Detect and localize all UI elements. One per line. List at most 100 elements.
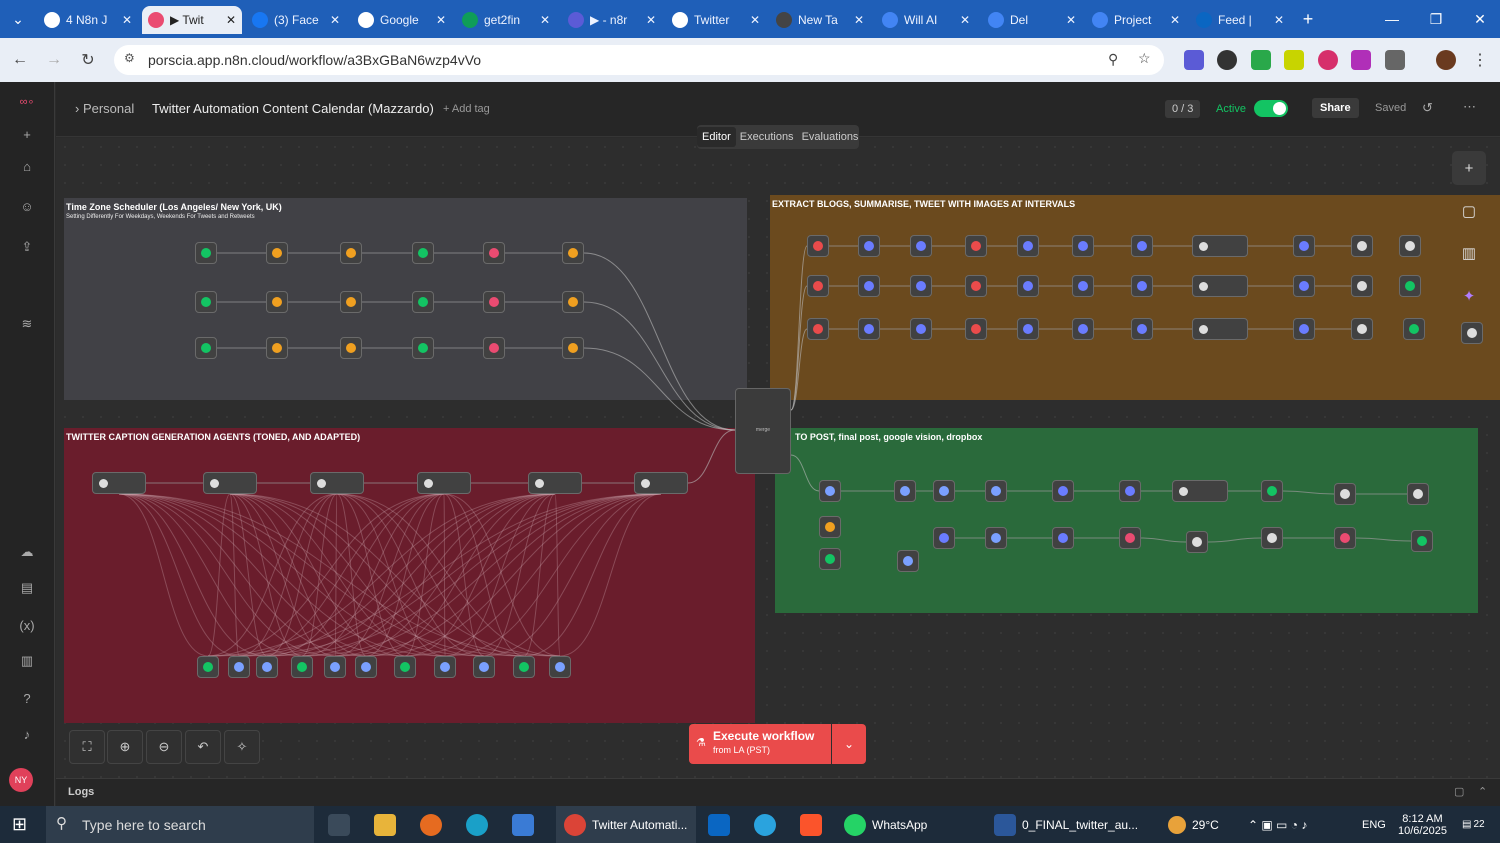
ai-assistant-icon[interactable]: ✦ (1452, 279, 1486, 313)
workflow-node[interactable] (197, 656, 219, 678)
task-view-icon[interactable] (328, 806, 356, 843)
agent-node[interactable] (1192, 275, 1248, 297)
workflow-node[interactable] (1261, 527, 1283, 549)
agent-node[interactable] (203, 472, 257, 494)
weather-widget[interactable]: 29°C (1168, 806, 1219, 843)
undo-button[interactable]: ↶ (185, 730, 221, 764)
workflow-node[interactable] (291, 656, 313, 678)
agent-node[interactable] (1192, 235, 1248, 257)
workflow-node[interactable] (412, 337, 434, 359)
workflow-node[interactable] (1119, 480, 1141, 502)
workflow-node[interactable] (807, 275, 829, 297)
workflow-node[interactable] (412, 291, 434, 313)
workflow-node[interactable] (195, 242, 217, 264)
workflow-node[interactable] (965, 235, 987, 257)
workflow-node[interactable] (910, 235, 932, 257)
workflow-node[interactable] (1351, 275, 1373, 297)
workflow-node[interactable] (1119, 527, 1141, 549)
workflow-node[interactable] (1017, 318, 1039, 340)
workflow-node[interactable] (562, 242, 584, 264)
workflow-node[interactable] (819, 516, 841, 538)
logs-panel[interactable]: Logs ▢ ⌃ (56, 778, 1500, 806)
taskbar-word-item[interactable]: 0_FINAL_twitter_au... (994, 806, 1138, 843)
expand-icon[interactable]: ▢ (1454, 785, 1464, 798)
workflow-node[interactable] (340, 291, 362, 313)
workflow-node[interactable] (1334, 527, 1356, 549)
workflow-node[interactable] (324, 656, 346, 678)
workflow-node[interactable] (1351, 318, 1373, 340)
workflow-node[interactable] (266, 291, 288, 313)
agent-node[interactable] (417, 472, 471, 494)
workflow-node[interactable] (1351, 235, 1373, 257)
fit-view-button[interactable]: ⛶ (69, 730, 105, 764)
workflow-node[interactable] (965, 318, 987, 340)
workflow-node[interactable] (473, 656, 495, 678)
taskbar-whatsapp-item[interactable]: WhatsApp (844, 806, 927, 843)
language-indicator[interactable]: ENG (1362, 806, 1386, 843)
workflow-node[interactable] (858, 275, 880, 297)
workflow-node[interactable] (1052, 527, 1074, 549)
workflow-node[interactable] (1017, 275, 1039, 297)
zoom-in-button[interactable]: ⊕ (107, 730, 143, 764)
workflow-node[interactable] (1131, 235, 1153, 257)
zoom-out-button[interactable]: ⊖ (146, 730, 182, 764)
workflow-node[interactable] (513, 656, 535, 678)
store-icon[interactable] (512, 806, 540, 843)
workflow-node[interactable] (933, 527, 955, 549)
workflow-node[interactable] (195, 337, 217, 359)
agent-node[interactable] (634, 472, 688, 494)
workflow-node[interactable] (858, 235, 880, 257)
workflow-node[interactable] (819, 480, 841, 502)
agent-node[interactable] (1192, 318, 1248, 340)
workflow-node[interactable] (195, 291, 217, 313)
execute-dropdown-icon[interactable]: ⌄ (832, 724, 866, 764)
clock[interactable]: 8:12 AM 10/6/2025 (1398, 806, 1447, 843)
panel-icon[interactable]: ▥ (1452, 236, 1486, 270)
workflow-node[interactable] (483, 337, 505, 359)
workflow-node[interactable] (434, 656, 456, 678)
workflow-node[interactable] (1293, 275, 1315, 297)
agent-node[interactable] (528, 472, 582, 494)
taskbar-chrome-item[interactable]: Twitter Automati... (556, 806, 696, 843)
workflow-node[interactable] (340, 337, 362, 359)
workflow-node[interactable] (340, 242, 362, 264)
brave-icon[interactable] (800, 806, 828, 843)
telegram-icon[interactable] (754, 806, 782, 843)
workflow-node[interactable] (483, 291, 505, 313)
workflow-node[interactable] (355, 656, 377, 678)
sticky-note-tool-icon[interactable]: ▢ (1452, 194, 1486, 228)
linkedin-icon[interactable] (708, 806, 736, 843)
workflow-node[interactable] (894, 480, 916, 502)
workflow-node[interactable] (562, 337, 584, 359)
workflow-node[interactable] (1334, 483, 1356, 505)
file-explorer-icon[interactable] (374, 806, 402, 843)
workflow-node[interactable] (910, 275, 932, 297)
workflow-node[interactable] (1017, 235, 1039, 257)
workflow-node[interactable] (394, 656, 416, 678)
workflow-node[interactable] (1399, 275, 1421, 297)
workflow-node[interactable] (807, 318, 829, 340)
agent-node[interactable] (1172, 480, 1228, 502)
workflow-node[interactable] (1072, 318, 1094, 340)
taskbar-search[interactable]: ⚲ Type here to search (46, 806, 314, 843)
workflow-node[interactable] (1293, 235, 1315, 257)
edge-icon[interactable] (466, 806, 494, 843)
workflow-node[interactable] (985, 480, 1007, 502)
workflow-node[interactable] (1052, 480, 1074, 502)
workflow-node[interactable] (1072, 235, 1094, 257)
workflow-node[interactable] (933, 480, 955, 502)
workflow-node[interactable] (1403, 318, 1425, 340)
workflow-node[interactable] (897, 550, 919, 572)
workflow-node[interactable] (1131, 318, 1153, 340)
workflow-node[interactable] (1399, 235, 1421, 257)
workflow-node[interactable] (1461, 322, 1483, 344)
workflow-node[interactable] (1407, 483, 1429, 505)
workflow-node[interactable] (1411, 530, 1433, 552)
workflow-node[interactable] (910, 318, 932, 340)
add-node-button[interactable]: + (1452, 151, 1486, 185)
system-tray-icons[interactable]: ⌃ ▣ ▭ ◔ ♪ (1248, 806, 1307, 843)
workflow-node[interactable] (483, 242, 505, 264)
firefox-icon[interactable] (420, 806, 448, 843)
workflow-node[interactable] (1131, 275, 1153, 297)
workflow-node[interactable] (1293, 318, 1315, 340)
